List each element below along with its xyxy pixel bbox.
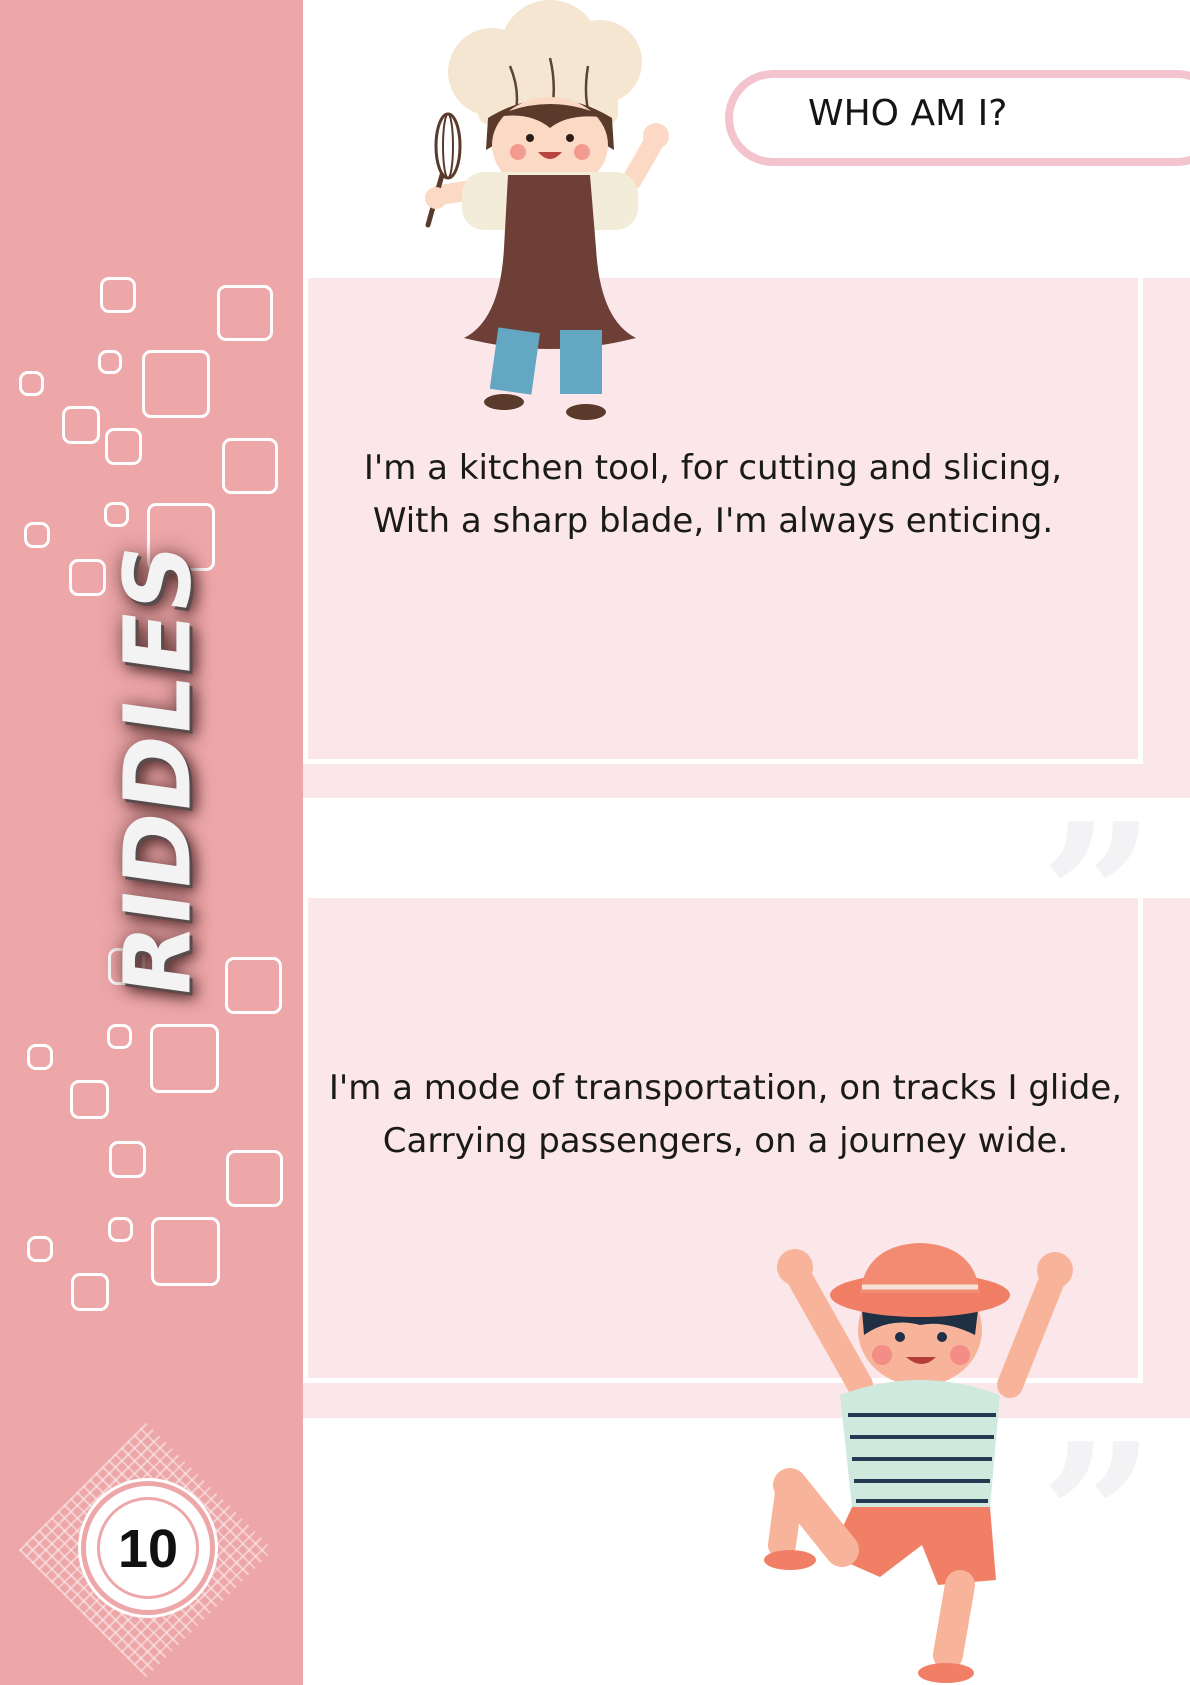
decorative-square bbox=[150, 1024, 219, 1093]
decorative-square bbox=[151, 1217, 220, 1286]
jumping-kid-illustration bbox=[764, 1243, 1073, 1683]
decorative-square bbox=[217, 285, 273, 341]
riddles-title: RIDDLES bbox=[104, 536, 212, 1004]
riddle-2-line-1: I'm a mode of transportation, on tracks … bbox=[328, 1068, 1123, 1108]
decorative-square bbox=[104, 502, 129, 527]
decorative-square bbox=[71, 1273, 109, 1311]
page-number: 10 bbox=[117, 1519, 179, 1579]
decorative-square bbox=[98, 350, 122, 374]
riddle-2-line-2: Carrying passengers, on a journey wide. bbox=[382, 1121, 1069, 1161]
decorative-square bbox=[69, 559, 106, 596]
riddle-1-line-2: With a sharp blade, I'm always enticing. bbox=[372, 501, 1054, 541]
decorative-square bbox=[109, 1141, 146, 1178]
decorative-square bbox=[105, 428, 142, 465]
decorative-square bbox=[62, 406, 100, 444]
decorative-square bbox=[222, 438, 278, 494]
riddle-text-1: I'm a kitchen tool, for cutting and slic… bbox=[303, 442, 1123, 548]
riddle-text-2: I'm a mode of transportation, on tracks … bbox=[303, 1062, 1148, 1168]
decorative-square bbox=[107, 1024, 132, 1049]
sidebar: RIDDLES 10 bbox=[0, 0, 303, 1685]
decorative-square bbox=[225, 957, 282, 1014]
decorative-square bbox=[27, 1236, 53, 1262]
decorative-square bbox=[100, 277, 136, 313]
chef-kid-illustration bbox=[425, 0, 669, 420]
decorative-square bbox=[70, 1080, 109, 1119]
bucket-hat-icon bbox=[830, 1243, 1010, 1317]
riddle-1-line-1: I'm a kitchen tool, for cutting and slic… bbox=[363, 448, 1063, 488]
page-number-badge: 10 bbox=[86, 1486, 210, 1610]
quote-mark-icon: ” bbox=[1040, 780, 1156, 1015]
decorative-square bbox=[226, 1150, 283, 1207]
decorative-square bbox=[24, 522, 50, 548]
decorative-square bbox=[19, 371, 44, 396]
who-am-i-label: WHO AM I? bbox=[808, 93, 1008, 134]
decorative-square bbox=[142, 350, 210, 418]
decorative-square bbox=[27, 1044, 53, 1070]
decorative-square bbox=[108, 1217, 133, 1242]
